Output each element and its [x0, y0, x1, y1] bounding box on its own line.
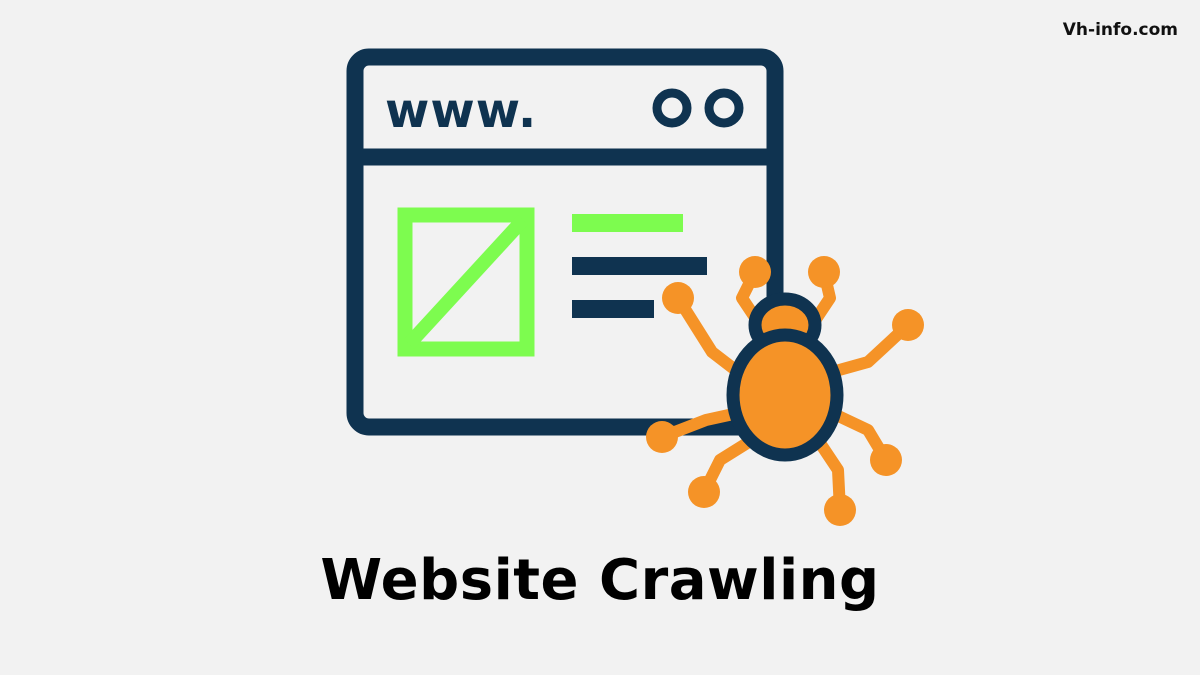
image-placeholder-icon [397, 207, 535, 357]
spider-bug-icon [646, 256, 924, 526]
url-text: www. [385, 83, 537, 139]
window-dots-icon [652, 88, 744, 128]
page-title: Website Crawling [320, 548, 880, 613]
